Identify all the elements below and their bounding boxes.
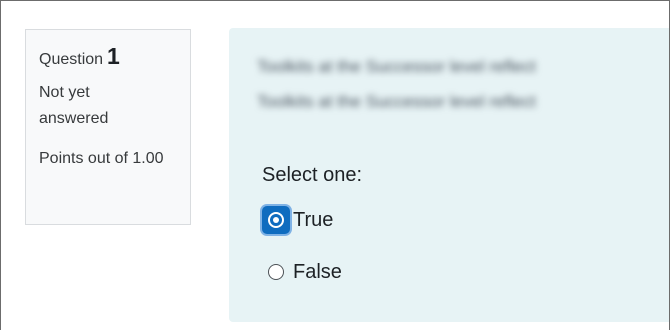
radio-true-focus-ring[interactable] bbox=[262, 206, 290, 234]
question-state: Not yet answered bbox=[39, 84, 109, 127]
answer-option-true[interactable]: True bbox=[262, 205, 333, 235]
question-label: Question bbox=[39, 51, 104, 68]
question-number: 1 bbox=[107, 43, 120, 69]
answer-prompt: Select one: bbox=[262, 164, 363, 186]
answer-option-true-label[interactable]: True bbox=[293, 207, 333, 233]
answer-option-false[interactable]: False bbox=[262, 257, 342, 287]
question-heading: Question 1 bbox=[39, 44, 190, 72]
radio-false-wrap[interactable] bbox=[262, 258, 290, 286]
question-text-line-1: Toolkits at the Successor level reflect bbox=[257, 57, 536, 76]
question-content-panel: Toolkits at the Successor level reflect … bbox=[229, 28, 669, 322]
answer-option-false-label[interactable]: False bbox=[293, 259, 342, 285]
question-text-line-2: Toolkits at the Successor level reflect bbox=[257, 92, 536, 111]
question-info-panel: Question 1 Not yet answered Points out of… bbox=[25, 29, 191, 225]
radio-checked-icon[interactable] bbox=[268, 212, 284, 228]
radio-unchecked-icon[interactable] bbox=[268, 264, 284, 280]
question-grade: Points out of 1.00 bbox=[39, 150, 164, 167]
quiz-frame: Question 1 Not yet answered Points out of… bbox=[0, 0, 670, 330]
